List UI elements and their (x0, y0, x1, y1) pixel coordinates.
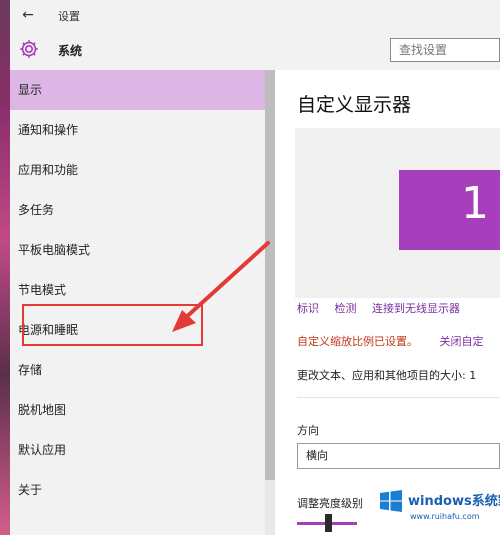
gear-icon (20, 40, 38, 58)
monitor-preview-area: 1 (295, 128, 500, 298)
sidebar-scrollbar[interactable] (265, 70, 275, 535)
sidebar-item-default-apps[interactable]: 默认应用 (10, 430, 265, 470)
scroll-thumb[interactable] (265, 70, 275, 480)
scaling-warning-row: 自定义缩放比例已设置。 关闭自定 (297, 333, 484, 349)
watermark-url: www.ruihafu.com (410, 512, 480, 521)
divider (297, 397, 500, 398)
identify-link[interactable]: 标识 (297, 302, 319, 315)
watermark: windows系统家园 www.ruihafu.com (370, 480, 500, 535)
sidebar-item-multitasking[interactable]: 多任务 (10, 190, 265, 230)
turn-off-custom-scaling-link[interactable]: 关闭自定 (440, 335, 484, 348)
display-links: 标识 检测 连接到无线显示器 (297, 300, 472, 316)
title-bar: ← 设置 (10, 0, 500, 30)
monitor-1[interactable]: 1 (399, 170, 500, 250)
windows-logo-icon (380, 490, 402, 512)
orientation-select[interactable]: 横向 (297, 443, 500, 469)
sidebar-item-offline-maps[interactable]: 脱机地图 (10, 390, 265, 430)
sidebar-item-apps[interactable]: 应用和功能 (10, 150, 265, 190)
brightness-slider-thumb[interactable] (325, 514, 332, 532)
annotation-highlight-box (22, 304, 203, 346)
desktop-background (0, 0, 10, 535)
sidebar-item-notifications[interactable]: 通知和操作 (10, 110, 265, 150)
back-button[interactable]: ← (18, 5, 38, 25)
display-settings-panel: 自定义显示器 1 标识 检测 连接到无线显示器 自定义缩放比例已设置。 关闭自定… (275, 70, 500, 535)
window-title: 设置 (58, 10, 80, 23)
scaling-warning: 自定义缩放比例已设置。 (297, 335, 418, 348)
scale-description: 更改文本、应用和其他项目的大小: 1 (297, 369, 477, 382)
brightness-label: 调整亮度级别 (297, 497, 363, 510)
orientation-label: 方向 (297, 424, 319, 437)
back-arrow-icon: ← (22, 7, 34, 23)
sidebar-item-tablet-mode[interactable]: 平板电脑模式 (10, 230, 265, 270)
connect-wireless-link[interactable]: 连接到无线显示器 (372, 302, 460, 315)
sidebar-item-storage[interactable]: 存储 (10, 350, 265, 390)
detect-link[interactable]: 检测 (335, 302, 357, 315)
sidebar-item-about[interactable]: 关于 (10, 470, 265, 510)
sidebar-item-display[interactable]: 显示 (10, 70, 265, 110)
page-header: 系统 (10, 30, 500, 70)
search-input[interactable] (390, 38, 500, 62)
sidebar: 显示 通知和操作 应用和功能 多任务 平板电脑模式 节电模式 电源和睡眠 存储 … (10, 70, 265, 535)
page-title: 系统 (58, 44, 83, 58)
settings-window: ← 设置 系统 显示 通知和操作 应用和功能 多任务 平板电脑模式 节电模式 电… (10, 0, 500, 535)
monitor-number: 1 (461, 178, 489, 229)
content-title: 自定义显示器 (297, 94, 412, 116)
watermark-text: windows系统家园 (408, 494, 500, 509)
